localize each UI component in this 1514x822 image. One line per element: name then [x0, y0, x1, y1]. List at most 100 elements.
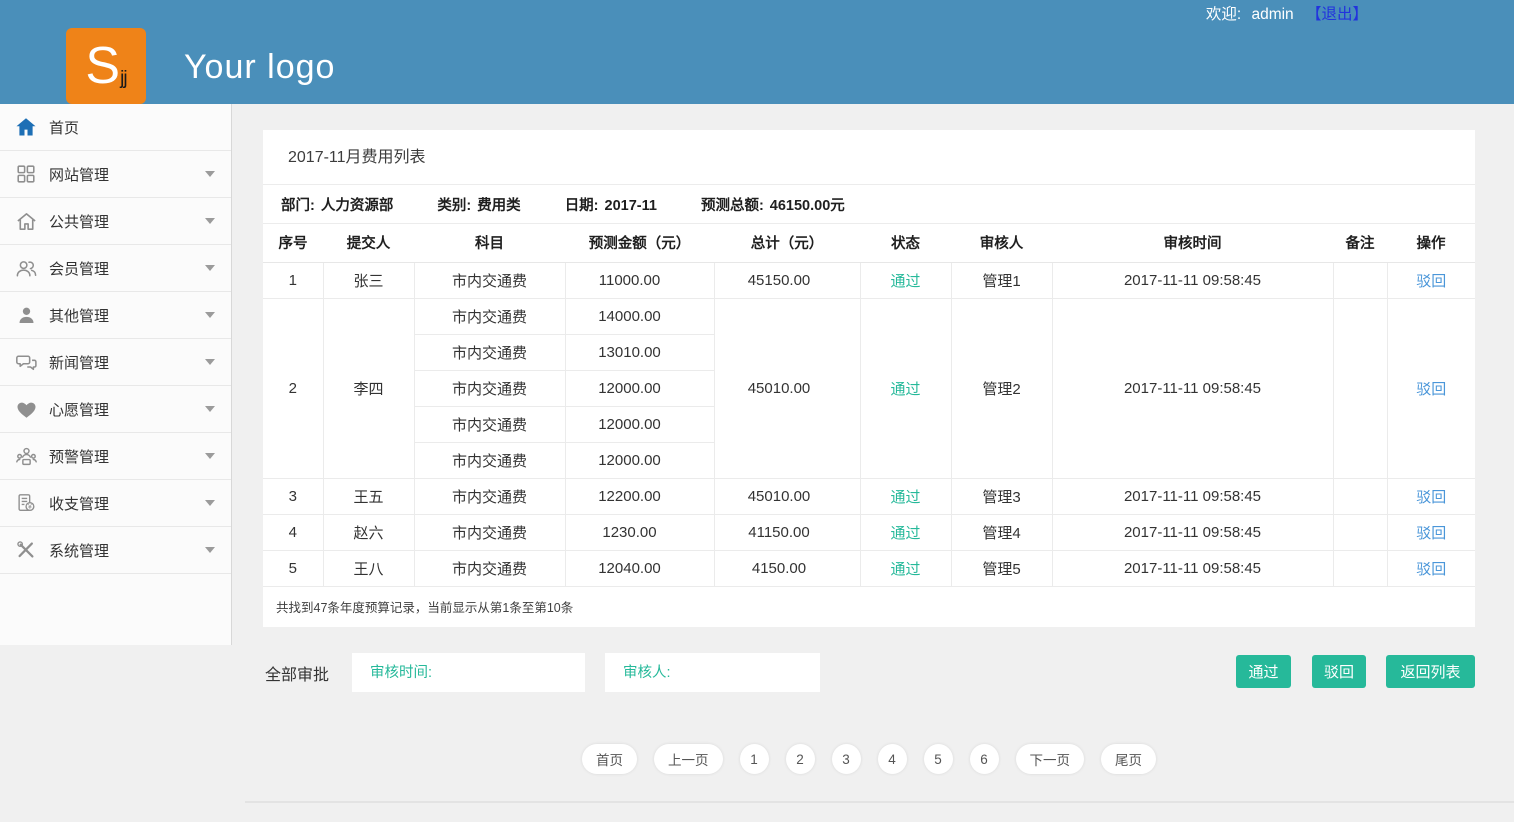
- col-reviewer: 审核人: [951, 224, 1052, 262]
- chevron-down-icon: [205, 218, 215, 224]
- reviewer-input[interactable]: [605, 653, 820, 692]
- filter-date-label: 日期:: [565, 198, 599, 214]
- page-button[interactable]: 下一页: [1016, 744, 1085, 774]
- chat-icon: [12, 351, 40, 374]
- sidebar-item-site-mgmt[interactable]: 网站管理: [0, 151, 231, 198]
- record-count-summary: 共找到47条年度预算记录，当前显示从第1条至第10条: [263, 587, 1475, 627]
- table-row: 2李四市内交通费14000.0045010.00通过管理22017-11-11 …: [263, 298, 1475, 334]
- page-button-3[interactable]: 3: [832, 744, 861, 774]
- page-button-6[interactable]: 6: [970, 744, 999, 774]
- approve-button[interactable]: 通过: [1236, 655, 1291, 688]
- page-button-5[interactable]: 5: [924, 744, 953, 774]
- sidebar-item-member-mgmt[interactable]: 会员管理: [0, 245, 231, 292]
- cell-action-link[interactable]: 驳回: [1416, 381, 1446, 398]
- sidebar-item-home[interactable]: 首页: [0, 104, 231, 151]
- sidebar-item-warning-mgmt[interactable]: 预警管理: [0, 433, 231, 480]
- col-remark: 备注: [1333, 224, 1387, 262]
- cell-seq: 1: [263, 262, 323, 298]
- page-button[interactable]: 上一页: [654, 744, 723, 774]
- logo-sub-letters: jj: [120, 68, 126, 90]
- col-amount: 预测金额（元）: [565, 224, 714, 262]
- cell-status: 通过: [860, 298, 951, 478]
- cell-status: 通过: [860, 514, 951, 550]
- cell-submitter: 李四: [323, 298, 414, 478]
- cell-remark: [1333, 478, 1387, 514]
- chevron-down-icon: [205, 359, 215, 365]
- filter-date: 日期: 2017-11: [565, 194, 657, 215]
- filter-category-label: 类别:: [437, 198, 471, 214]
- page-button[interactable]: 尾页: [1101, 744, 1156, 774]
- cell-remark: [1333, 262, 1387, 298]
- sidebar-item-label: 其他管理: [49, 305, 109, 326]
- cell-total: 4150.00: [714, 550, 860, 586]
- cell-submitter: 王五: [323, 478, 414, 514]
- cell-reviewer: 管理4: [951, 514, 1052, 550]
- col-action: 操作: [1387, 224, 1475, 262]
- cell-amount: 12200.00: [565, 478, 714, 514]
- sidebar-item-news-mgmt[interactable]: 新闻管理: [0, 339, 231, 386]
- filter-date-value: 2017-11: [605, 198, 657, 214]
- back-to-list-button[interactable]: 返回列表: [1386, 655, 1475, 688]
- chevron-down-icon: [205, 406, 215, 412]
- home-outline-icon: [12, 210, 40, 233]
- cell-submitter: 王八: [323, 550, 414, 586]
- user-icon: [12, 305, 40, 326]
- cell-action-link[interactable]: 驳回: [1416, 489, 1446, 506]
- cell-status-link[interactable]: 通过: [890, 525, 920, 542]
- sidebar-item-other-mgmt[interactable]: 其他管理: [0, 292, 231, 339]
- chevron-down-icon: [205, 500, 215, 506]
- col-submitter: 提交人: [323, 224, 414, 262]
- cell-action: 驳回: [1387, 478, 1475, 514]
- heart-icon: [12, 398, 40, 421]
- page-button-1[interactable]: 1: [740, 744, 769, 774]
- cell-amount: 12000.00: [565, 370, 714, 406]
- filter-total: 预测总额:46150.00元: [701, 194, 845, 215]
- cell-status-link[interactable]: 通过: [890, 489, 920, 506]
- sidebar-item-finance-mgmt[interactable]: ¥ 收支管理: [0, 480, 231, 527]
- chevron-down-icon: [205, 453, 215, 459]
- cell-status: 通过: [860, 262, 951, 298]
- col-review-time: 审核时间: [1052, 224, 1333, 262]
- cell-action-link[interactable]: 驳回: [1416, 273, 1446, 290]
- cell-amount: 1230.00: [565, 514, 714, 550]
- grid-icon: [12, 163, 40, 185]
- cell-action: 驳回: [1387, 550, 1475, 586]
- cell-status: 通过: [860, 550, 951, 586]
- sidebar-item-system-mgmt[interactable]: 系统管理: [0, 527, 231, 574]
- receipt-icon: ¥: [12, 492, 40, 514]
- cell-status-link[interactable]: 通过: [890, 381, 920, 398]
- cell-amount: 11000.00: [565, 262, 714, 298]
- app-root: S jj Your logo 欢迎: admin 【退出】 首页网站管理公共管理…: [0, 0, 1514, 822]
- sidebar-item-public-mgmt[interactable]: 公共管理: [0, 198, 231, 245]
- reject-button[interactable]: 驳回: [1312, 655, 1366, 688]
- cell-total: 45150.00: [714, 262, 860, 298]
- cell-action: 驳回: [1387, 262, 1475, 298]
- col-subject: 科目: [414, 224, 565, 262]
- page-button-4[interactable]: 4: [878, 744, 907, 774]
- expense-table: 序号 提交人 科目 预测金额（元） 总计（元） 状态 审核人 审核时间 备注 操…: [263, 224, 1475, 587]
- cell-subject: 市内交通费: [414, 262, 565, 298]
- sidebar-item-label: 收支管理: [49, 493, 109, 514]
- review-time-input[interactable]: [352, 653, 585, 692]
- cell-amount: 12040.00: [565, 550, 714, 586]
- pagination: 首页上一页 123456 下一页尾页: [263, 744, 1475, 774]
- sidebar-item-label: 网站管理: [49, 164, 109, 185]
- username: admin: [1251, 6, 1293, 23]
- cell-action: 驳回: [1387, 298, 1475, 478]
- cell-action-link[interactable]: 驳回: [1416, 525, 1446, 542]
- page-button-2[interactable]: 2: [786, 744, 815, 774]
- cell-status-link[interactable]: 通过: [890, 273, 920, 290]
- cell-status-link[interactable]: 通过: [890, 561, 920, 578]
- cell-review-time: 2017-11-11 09:58:45: [1052, 478, 1333, 514]
- logout-link[interactable]: 【退出】: [1306, 6, 1368, 23]
- sidebar-item-wish-mgmt[interactable]: 心愿管理: [0, 386, 231, 433]
- page-button[interactable]: 首页: [582, 744, 637, 774]
- filter-department: 部门:人力资源部: [281, 194, 393, 215]
- logo-letter: S: [85, 40, 120, 92]
- cell-submitter: 赵六: [323, 514, 414, 550]
- cell-total: 45010.00: [714, 478, 860, 514]
- cell-action-link[interactable]: 驳回: [1416, 561, 1446, 578]
- svg-text:¥: ¥: [28, 504, 32, 511]
- cell-reviewer: 管理1: [951, 262, 1052, 298]
- filter-total-label: 预测总额:: [701, 198, 764, 214]
